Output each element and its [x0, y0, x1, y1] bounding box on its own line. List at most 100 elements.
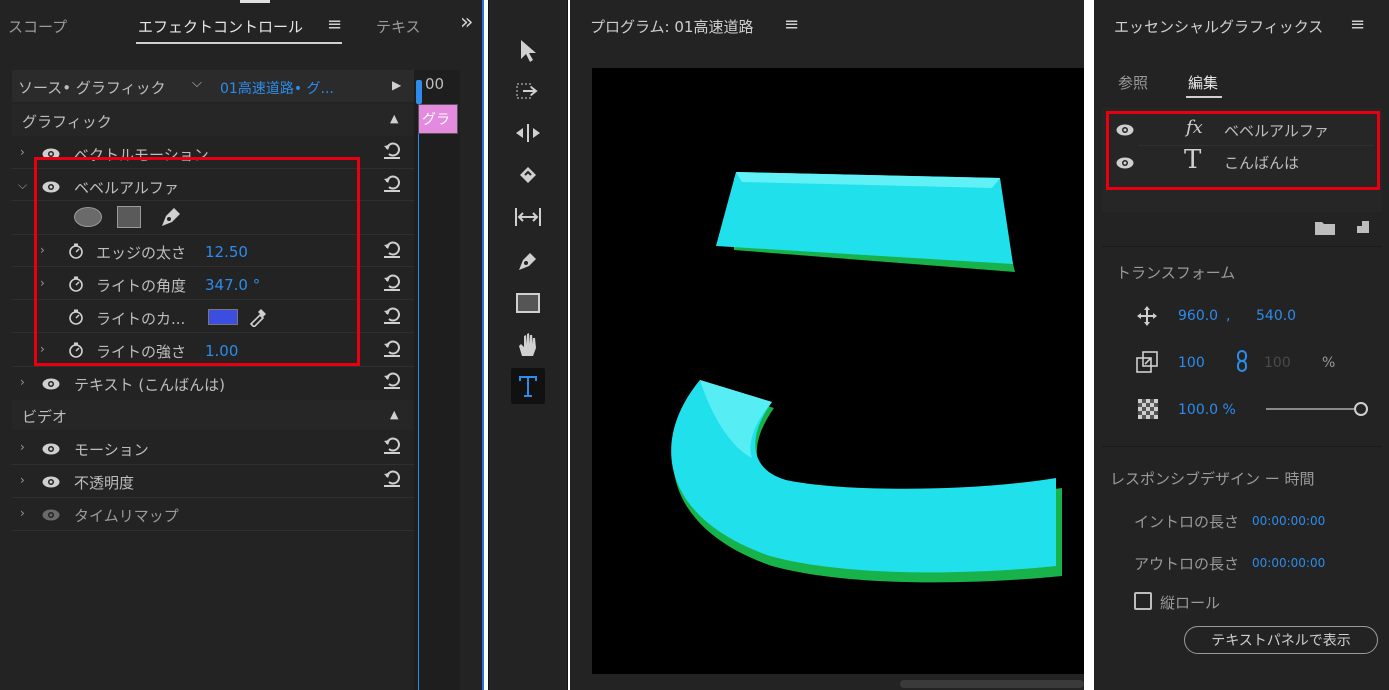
opacity-label: 不透明度: [74, 474, 135, 492]
text-panel-button-label: テキストパネルで表示: [1211, 633, 1351, 649]
roll-label: 縦ロール: [1160, 594, 1221, 612]
playhead-line: [418, 100, 419, 690]
tab-menu-icon[interactable]: ≡: [327, 14, 342, 35]
text-layer-label: テキスト (こんばんは): [74, 376, 226, 394]
collapse-chevron-icon[interactable]: ⌵: [18, 178, 27, 193]
tab-edit[interactable]: 編集: [1188, 72, 1218, 93]
folder-icon[interactable]: [1314, 220, 1336, 236]
razor-tool[interactable]: [513, 160, 543, 190]
selection-tool[interactable]: [513, 36, 543, 66]
highlight-box: [1106, 111, 1380, 190]
scale-icon: [1136, 351, 1158, 373]
tab-underline: [136, 42, 342, 44]
opacity-slider-track[interactable]: [1266, 408, 1362, 410]
overflow-icon[interactable]: »: [460, 10, 473, 35]
ripple-edit-tool[interactable]: [513, 118, 543, 148]
reset-icon[interactable]: [382, 338, 402, 358]
tab-edit-underline: [1186, 96, 1222, 98]
playhead[interactable]: [416, 80, 422, 104]
video-section-label: ビデオ: [22, 408, 68, 426]
visibility-eye-icon[interactable]: [42, 509, 60, 521]
reset-icon[interactable]: [382, 468, 402, 488]
program-menu-icon[interactable]: ≡: [784, 14, 799, 35]
percent-label: %: [1322, 355, 1336, 371]
row-divider: [12, 497, 414, 498]
visibility-eye-icon[interactable]: [42, 443, 60, 455]
mini-timecode: 00: [425, 75, 445, 93]
ripple-edit-icon: [516, 124, 540, 142]
mini-timeline[interactable]: [414, 70, 460, 690]
source-label: ソース• グラフィック: [18, 79, 166, 97]
rendered-text-graphic: [671, 172, 1062, 583]
reset-icon[interactable]: [382, 305, 402, 325]
play-triangle-icon[interactable]: ▶: [392, 78, 401, 92]
move-icon: [1137, 306, 1157, 326]
panel-gap: [1084, 0, 1094, 690]
type-tool[interactable]: [511, 368, 545, 404]
rectangle-icon: [516, 293, 540, 313]
opacity-checker-icon: [1138, 399, 1158, 419]
reset-icon[interactable]: [382, 370, 402, 390]
scale-value[interactable]: 100: [1178, 355, 1205, 371]
position-separator: ,: [1226, 308, 1231, 324]
hand-tool[interactable]: [513, 330, 543, 360]
program-viewport[interactable]: [592, 68, 1084, 674]
clip-dropdown[interactable]: 01高速道路• グ...: [220, 78, 334, 98]
pen-tool[interactable]: [513, 246, 543, 276]
tab-effect-controls[interactable]: エフェクトコントロール: [138, 16, 303, 37]
position-y-value[interactable]: 540.0: [1256, 308, 1296, 324]
reset-icon[interactable]: [382, 272, 402, 292]
outro-duration-value[interactable]: 00:00:00:00: [1252, 556, 1325, 570]
tab-browse[interactable]: 参照: [1118, 72, 1148, 93]
clip-chip-label: グラ: [422, 112, 450, 128]
time-remap-label: タイムリマップ: [74, 507, 179, 525]
expand-chevron-icon[interactable]: ›: [20, 145, 25, 159]
effect-controls-panel: スコープ エフェクトコントロール ≡ テキス » ソース• グラフィック ⌵ 0…: [0, 0, 484, 690]
position-x-value[interactable]: 960.0: [1178, 308, 1218, 324]
expand-chevron-icon[interactable]: ›: [20, 506, 25, 520]
program-monitor: プログラム: 01高速道路 ≡: [570, 0, 1084, 690]
reset-icon[interactable]: [382, 140, 402, 160]
expand-chevron-icon[interactable]: ›: [20, 440, 25, 454]
top-tab-indicator: [240, 0, 270, 3]
expand-chevron-icon[interactable]: ›: [20, 473, 25, 487]
highlight-box: [34, 157, 360, 366]
opacity-value[interactable]: 100.0 %: [1178, 402, 1236, 418]
track-select-tool[interactable]: [513, 76, 543, 106]
reset-icon[interactable]: [382, 435, 402, 455]
graphic-section-label: グラフィック: [22, 113, 112, 131]
visibility-eye-icon[interactable]: [42, 476, 60, 488]
text-panel-button[interactable]: テキストパネルで表示: [1184, 626, 1378, 654]
expand-chevron-icon[interactable]: ›: [20, 375, 25, 389]
row-divider: [12, 366, 414, 367]
program-title: プログラム: 01高速道路: [590, 18, 754, 36]
intro-duration-value[interactable]: 00:00:00:00: [1252, 514, 1325, 528]
chevron-down-icon[interactable]: ⌵: [192, 76, 202, 91]
essential-graphics-panel: エッセンシャルグラフィックス ≡ 参照 編集 fx ベベルアルファ T こんばん…: [1094, 0, 1389, 690]
viewport-scrollbar[interactable]: [900, 680, 1084, 688]
reset-icon[interactable]: [382, 173, 402, 193]
tab-text[interactable]: テキス: [376, 16, 421, 37]
section-divider: [1102, 246, 1382, 247]
link-icon[interactable]: [1236, 350, 1248, 372]
transform-label: トランスフォーム: [1116, 264, 1236, 282]
intro-duration-label: イントロの長さ: [1134, 513, 1240, 531]
motion-label: モーション: [74, 441, 149, 459]
panel-title: エッセンシャルグラフィックス: [1114, 18, 1324, 36]
new-item-icon[interactable]: [1354, 218, 1372, 236]
collapse-up-icon[interactable]: ▲: [390, 408, 398, 421]
razor-icon: [520, 167, 536, 183]
arrow-icon: [521, 40, 536, 62]
roll-checkbox[interactable]: [1134, 592, 1152, 610]
slip-tool[interactable]: [513, 202, 543, 232]
hand-icon: [519, 333, 536, 356]
opacity-slider-thumb[interactable]: [1354, 402, 1368, 416]
panel-menu-icon[interactable]: ≡: [1350, 14, 1365, 35]
outro-duration-label: アウトロの長さ: [1134, 555, 1240, 573]
collapse-up-icon[interactable]: ▲: [390, 112, 398, 125]
tab-scope[interactable]: スコープ: [8, 16, 67, 37]
rectangle-tool[interactable]: [513, 288, 543, 318]
visibility-eye-icon[interactable]: [42, 378, 60, 390]
reset-icon[interactable]: [382, 239, 402, 259]
row-divider: [12, 464, 414, 465]
